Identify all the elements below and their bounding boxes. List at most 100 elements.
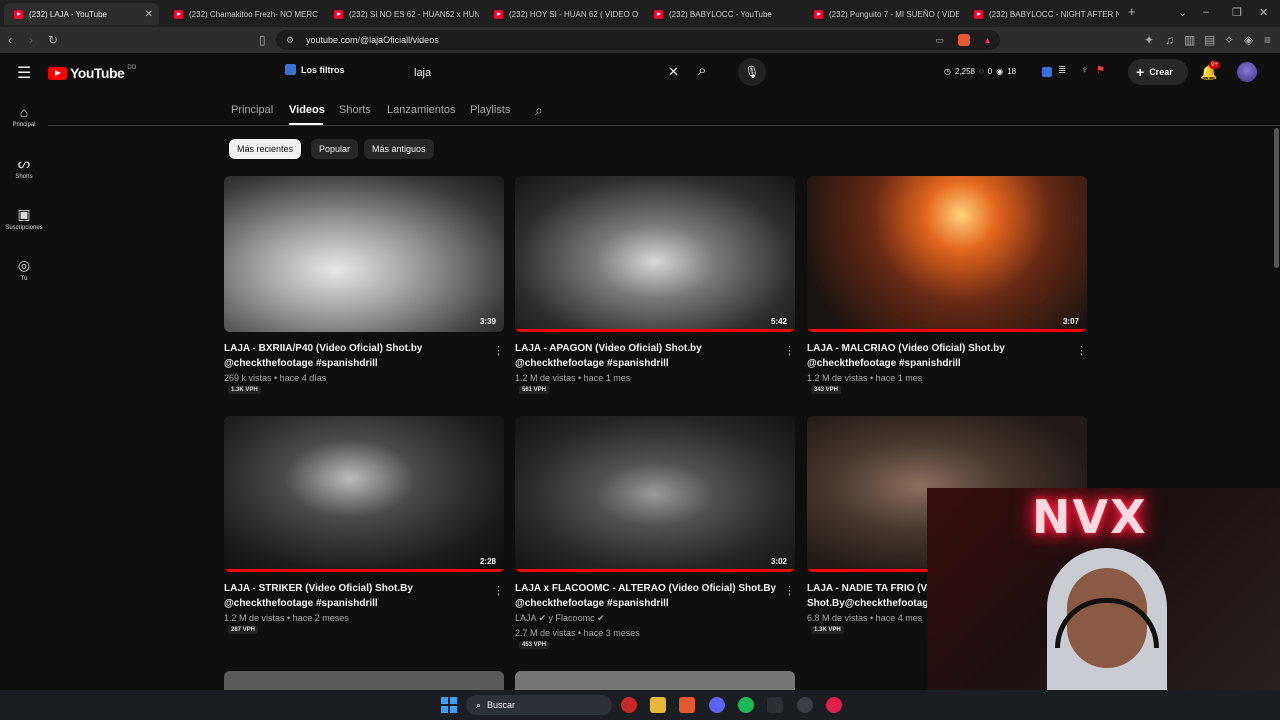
windows-start-icon[interactable] <box>441 697 457 713</box>
tab-lanzamientos[interactable]: Lanzamientos <box>387 104 456 116</box>
leo-icon[interactable]: ✧ <box>1224 33 1234 47</box>
video-thumbnail[interactable]: 3:07 <box>807 176 1087 332</box>
video-title[interactable]: LAJA - NADIE TA FRIO (V Shot.By@checkthef… <box>807 581 927 611</box>
playlist-icon[interactable]: ≣ <box>1058 65 1066 76</box>
minimize-icon[interactable]: – <box>1203 6 1209 18</box>
video-thumbnail[interactable]: 5:42 <box>515 176 795 332</box>
video-title[interactable]: LAJA x FLACOOMC - ALTERAO (Video Oficial… <box>515 581 785 611</box>
video-title[interactable]: LAJA - BXRIIA/P40 (Video Oficial) Shot.b… <box>224 341 484 371</box>
capcut-icon[interactable] <box>767 697 783 713</box>
voice-search-icon[interactable]: 🎙 <box>738 58 766 86</box>
rail-item-subscriptions[interactable]: ▣ Suscripciones <box>0 206 48 231</box>
clear-search-icon[interactable]: ✕ <box>668 64 679 80</box>
watch-progress-bar <box>515 329 795 332</box>
create-button[interactable]: + Crear <box>1128 59 1188 85</box>
video-title[interactable]: LAJA - MALCRIAO (Video Oficial) Shot.by @… <box>807 341 1067 371</box>
taskbar-search[interactable]: ⌕ Buscar <box>466 695 612 715</box>
video-channels[interactable]: LAJA ✔ y Flacoomc ✔ <box>515 613 605 624</box>
youtube-logo[interactable]: YouTube DO <box>48 65 136 81</box>
video-meta: 1.2 M de vistas • hace 2 meses <box>224 613 349 623</box>
video-title[interactable]: LAJA - STRIKER (Video Oficial) Shot.By @c… <box>224 581 484 611</box>
filters-button[interactable]: Los filtros <box>285 64 345 75</box>
brave-browser-icon[interactable] <box>679 697 695 713</box>
brave-shield-icon[interactable] <box>958 34 970 46</box>
tab-search-icon[interactable]: ⌄ <box>1178 6 1187 19</box>
vph-badge: 1.3K VPH <box>811 626 844 634</box>
channel-search-icon[interactable]: ⌕ <box>535 102 543 119</box>
tab-videos[interactable]: Videos <box>289 104 325 116</box>
tab-playlists[interactable]: Playlists <box>470 104 510 116</box>
bookmark-icon[interactable]: ▯ <box>259 33 266 47</box>
vph-badge: 287 VPH <box>228 626 259 634</box>
rail-item-you[interactable]: ◎ Tú <box>0 257 48 282</box>
video-thumbnail[interactable]: 3:39 <box>224 176 504 332</box>
rail-label: Suscripciones <box>5 225 43 231</box>
menu-icon[interactable]: ≡ <box>1264 33 1271 47</box>
chip-popular[interactable]: Popular <box>311 139 359 159</box>
hamburger-menu-icon[interactable]: ☰ <box>17 63 31 83</box>
new-tab-icon[interactable]: + <box>1128 4 1136 19</box>
tool-icon[interactable]: ♆ <box>1081 65 1089 76</box>
browser-tab[interactable]: (232) SI NO ES 62 - HUAN62 x HUN <box>324 3 479 25</box>
cast-icon[interactable]: ▭ <box>935 35 944 46</box>
vpn-icon[interactable]: ◈ <box>1244 33 1253 47</box>
chip-oldest[interactable]: Más antiguos <box>364 139 434 159</box>
avatar[interactable] <box>1237 62 1257 82</box>
duration-badge: 2:28 <box>479 557 496 566</box>
music-icon[interactable]: ♫ <box>1165 33 1174 47</box>
more-options-icon[interactable]: ⋮ <box>784 584 795 597</box>
browser-tab[interactable]: (232) BABYLOCC - NIGHT AFTER NI <box>964 3 1119 25</box>
extension-icon[interactable] <box>1042 67 1052 77</box>
extension-stats: ◷ 2,258 ◌ 0 ◉ 18 <box>944 67 1016 76</box>
watch-progress-bar <box>807 329 1087 332</box>
watch-progress-bar <box>224 569 504 572</box>
browser-tab[interactable]: (232) BABYLOCC - YouTube <box>644 3 799 25</box>
restore-icon[interactable]: ❐ <box>1232 6 1242 19</box>
youtube-app-icon[interactable] <box>621 697 637 713</box>
sidebar-icon[interactable]: ▥ <box>1184 33 1195 47</box>
rail-item-home[interactable]: ⌂ Principal <box>0 104 48 128</box>
tab-shorts[interactable]: Shorts <box>339 104 371 116</box>
stat-eighteen: 18 <box>1007 67 1017 76</box>
site-info-icon[interactable]: ⚙ <box>286 35 294 46</box>
tab-title: (232) LAJA - YouTube <box>29 9 107 19</box>
obs-icon[interactable] <box>797 697 813 713</box>
close-window-icon[interactable]: ✕ <box>1259 6 1268 19</box>
search-icon[interactable]: ⌕ <box>698 62 706 79</box>
eye-icon: ◉ <box>996 67 1004 76</box>
tab-title: (232) BABYLOCC - YouTube <box>669 9 772 19</box>
reload-icon[interactable]: ↻ <box>48 33 58 47</box>
video-thumbnail[interactable] <box>224 671 504 690</box>
extensions-icon[interactable]: ✦ <box>1144 33 1154 47</box>
browser-tab[interactable]: (232) HOY SI - HUAN 62 ( VIDEO OF <box>484 3 639 25</box>
video-thumbnail[interactable]: 2:28 <box>224 416 504 572</box>
app-icon[interactable] <box>826 697 842 713</box>
more-options-icon[interactable]: ⋮ <box>784 344 795 357</box>
page-scrollbar[interactable] <box>1274 128 1279 268</box>
duration-badge: 3:02 <box>770 557 787 566</box>
rail-item-shorts[interactable]: ᔕ Shorts <box>0 155 48 180</box>
close-tab-icon[interactable]: ✕ <box>145 9 153 20</box>
shorts-icon: ᔕ <box>17 155 31 171</box>
video-thumbnail[interactable] <box>515 671 795 690</box>
wallet-icon[interactable]: ▤ <box>1204 33 1215 47</box>
spotify-icon[interactable] <box>738 697 754 713</box>
tab-principal[interactable]: Principal <box>231 104 273 116</box>
browser-tab[interactable]: (232) LAJA - YouTube ✕ <box>4 3 159 25</box>
more-options-icon[interactable]: ⋮ <box>1076 344 1087 357</box>
address-bar[interactable]: ⚙ youtube.com/@lajaOficiall/videos ▭ ▲ <box>276 30 1000 50</box>
video-title[interactable]: LAJA - APAGON (Video Oficial) Shot.by @ch… <box>515 341 775 371</box>
file-explorer-icon[interactable] <box>650 697 666 713</box>
video-thumbnail[interactable]: 3:02 <box>515 416 795 572</box>
browser-tab[interactable]: (232) Chamakitoo Frezh- NO MERC <box>164 3 319 25</box>
browser-tab[interactable]: (232) Punguito 7 - MI SUEÑO ( VIDE <box>804 3 959 25</box>
back-icon[interactable]: ‹ <box>8 33 12 47</box>
discord-icon[interactable] <box>709 697 725 713</box>
forward-icon[interactable]: › <box>29 33 33 47</box>
search-input[interactable]: laja <box>402 60 692 86</box>
flag-icon[interactable]: ⚑ <box>1096 65 1105 76</box>
more-options-icon[interactable]: ⋮ <box>493 344 504 357</box>
rewards-icon[interactable]: ▲ <box>983 35 992 45</box>
more-options-icon[interactable]: ⋮ <box>493 584 504 597</box>
chip-most-recent[interactable]: Más recientes <box>229 139 302 159</box>
